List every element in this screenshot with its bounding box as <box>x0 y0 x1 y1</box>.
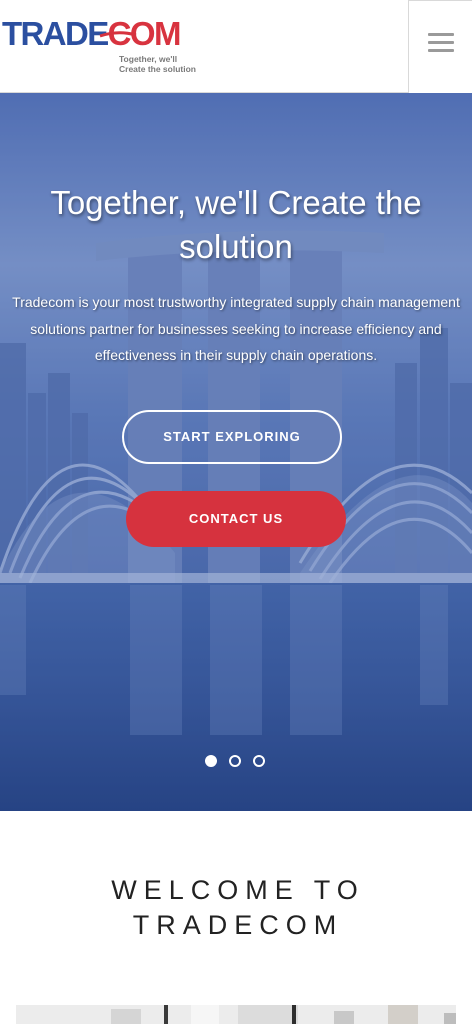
office-photo <box>16 1005 456 1024</box>
welcome-image <box>16 1005 456 1024</box>
logo-swoosh-icon <box>99 31 137 38</box>
logo-tagline-line1: Together, we'll <box>119 54 178 64</box>
slider-dot-3[interactable] <box>253 755 265 767</box>
logo-tagline-line2: Create the solution <box>119 64 196 74</box>
hamburger-menu-icon-bar-bottom <box>428 49 454 52</box>
hamburger-menu-icon-bar-middle <box>428 41 454 44</box>
slider-dot-2[interactable] <box>229 755 241 767</box>
hamburger-menu-button[interactable] <box>408 0 472 93</box>
tradecom-logo[interactable]: TRADECOM Together, we'll Create the solu… <box>2 14 202 76</box>
start-exploring-button[interactable]: START EXPLORING <box>122 410 342 464</box>
contact-us-button[interactable]: CONTACT US <box>126 491 346 547</box>
logo-wordmark: TRADECOM <box>2 14 181 54</box>
slider-dot-1[interactable] <box>205 755 217 767</box>
site-header: TRADECOM Together, we'll Create the solu… <box>0 0 472 93</box>
logo-tagline: Together, we'll Create the solution <box>119 54 209 74</box>
welcome-heading: WELCOME TO TRADECOM <box>111 875 365 940</box>
hamburger-menu-icon-bar-top <box>428 33 454 36</box>
hero-description: Tradecom is your most trustworthy integr… <box>12 294 460 363</box>
slider-pagination <box>205 755 275 769</box>
hero-slider: Together, we'll Create the solution Trad… <box>0 93 472 811</box>
hero-title: Together, we'll Create the solution <box>50 184 422 265</box>
logo-word-trade: TRADE <box>2 15 109 52</box>
